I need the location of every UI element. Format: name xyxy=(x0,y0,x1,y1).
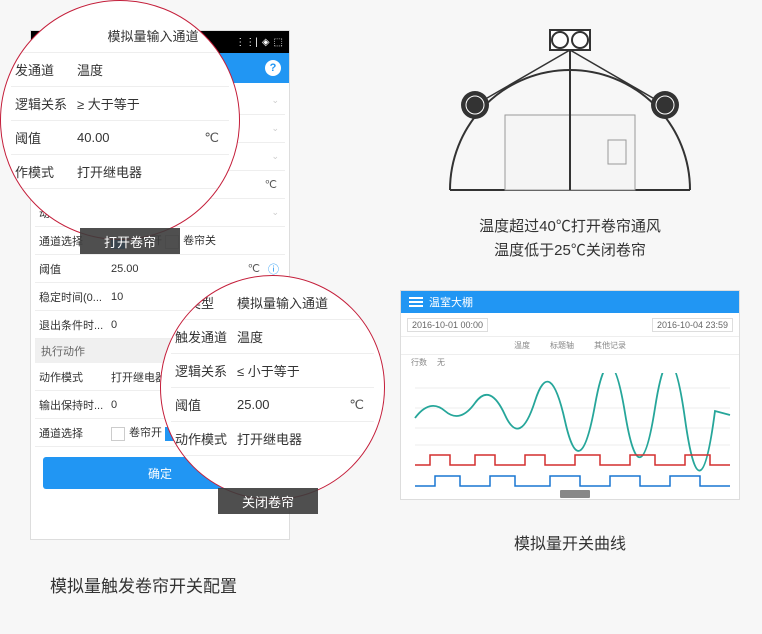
help-icon[interactable]: ? xyxy=(265,60,281,76)
main-caption: 模拟量触发卷帘开关配置 xyxy=(50,572,237,597)
chart-controls: 2016-10-01 00:00 2016-10-04 23:59 xyxy=(401,313,739,337)
chevron-down-icon: ⌄ xyxy=(271,151,285,162)
chart-subcontrols: 行数无 xyxy=(401,355,739,369)
chevron-down-icon: ⌄ xyxy=(271,207,285,218)
wifi-icon: ◈ xyxy=(262,37,270,48)
signal-icon: ⋮⋮| xyxy=(235,37,258,48)
chart-caption: 模拟量开关曲线 xyxy=(420,530,720,554)
greenhouse-diagram xyxy=(420,20,720,215)
chevron-down-icon: ⌄ xyxy=(271,123,285,134)
zoom1-caption: 打开卷帘 xyxy=(80,228,180,254)
battery-icon: ⬚ xyxy=(274,37,283,48)
zoom-close-curtain: 源类型模拟量输入通道 触发通道温度 逻辑关系≤ 小于等于 阈值25.00℃ 动作… xyxy=(160,275,385,500)
chart-header: 温室大棚 xyxy=(401,291,739,313)
checkbox-open2[interactable] xyxy=(111,427,125,441)
chart-legend: 温度标题轴其他记录 xyxy=(401,337,739,355)
chart-plot[interactable] xyxy=(401,369,739,499)
date-from-input[interactable]: 2016-10-01 00:00 xyxy=(407,318,488,332)
greenhouse-description: 温度超过40℃打开卷帘通风 温度低于25℃关闭卷帘 xyxy=(420,215,720,263)
history-chart: 温室大棚 2016-10-01 00:00 2016-10-04 23:59 温… xyxy=(400,290,740,500)
zoom2-caption: 关闭卷帘 xyxy=(218,488,318,514)
date-to-input[interactable]: 2016-10-04 23:59 xyxy=(652,318,733,332)
zoom-open-curtain: 模拟量输入通道 发通道温度 逻辑关系≥ 大于等于 阈值40.00℃ 作模式打开继… xyxy=(0,0,240,240)
menu-icon[interactable] xyxy=(409,297,423,307)
chevron-down-icon: ⌄ xyxy=(271,95,285,106)
